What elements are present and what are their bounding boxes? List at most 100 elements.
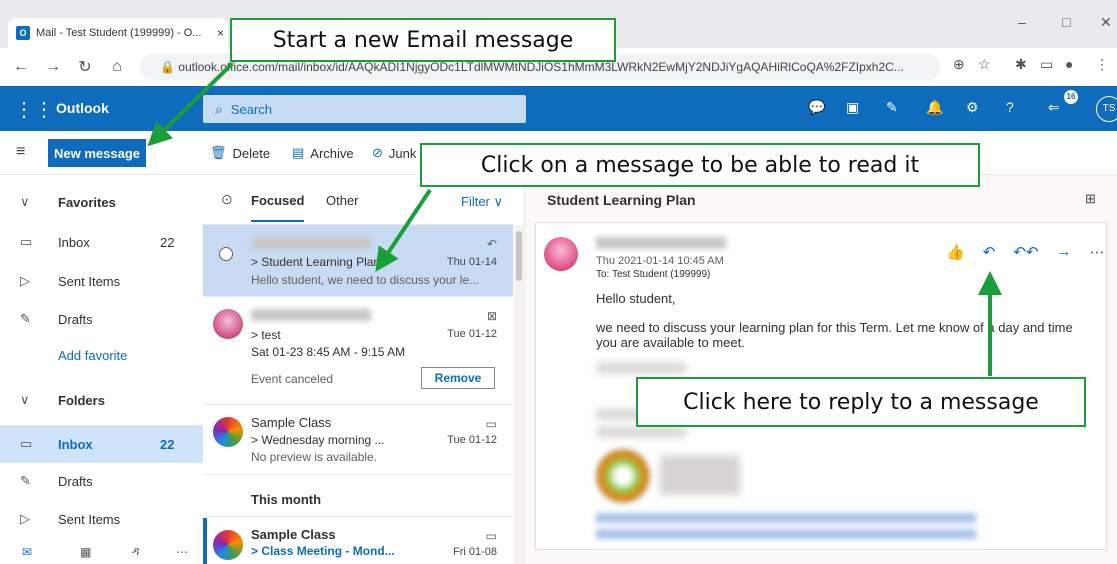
pencil-icon: ✎ (20, 473, 31, 488)
junk-label: Junk (388, 145, 417, 161)
junk-button[interactable]: ⊘ Junk (372, 145, 416, 161)
reading-pane: Student Learning Plan ⊞ Thu 2021-01-14 1… (525, 175, 1117, 564)
people-icon[interactable]: ዳ (132, 544, 140, 559)
forward-icon[interactable]: → (1056, 243, 1071, 261)
event-time: Sat 01-23 8:45 AM - 9:15 AM (251, 345, 406, 359)
app-launcher-icon[interactable]: ⋮⋮ (14, 97, 54, 122)
callout-reply: Click here to reply to a message (636, 377, 1086, 427)
chat-icon[interactable]: 💬 (808, 99, 825, 116)
user-avatar[interactable]: TS (1096, 96, 1117, 122)
todo-icon[interactable]: ✎ (886, 99, 898, 116)
feedback-icon[interactable]: ⇐ (1048, 99, 1060, 116)
window-minimize-button[interactable]: – (1018, 14, 1026, 30)
archive-icon: ▤ (292, 145, 305, 160)
send-icon: ▷ (20, 273, 30, 288)
tab-title: Mail - Test Student (199999) - O... (36, 27, 202, 39)
mail-icon[interactable]: ✉ (22, 545, 32, 559)
section-header: This month (203, 483, 513, 517)
back-icon[interactable]: ← (10, 58, 32, 76)
folders-header[interactable]: ∨ Folders (0, 381, 203, 419)
add-favorite-link[interactable]: Add favorite (0, 336, 203, 374)
favorites-header[interactable]: ∨ Favorites (0, 183, 203, 221)
replied-icon: ↶ (486, 237, 497, 251)
select-radio[interactable] (219, 247, 233, 261)
like-icon[interactable]: 👍 (946, 243, 965, 261)
drafts-label: Drafts (58, 473, 93, 489)
message-actions: 👍 ↶ ↶↶ → ⋯ (946, 243, 1104, 261)
app-name[interactable]: Outlook (56, 100, 109, 116)
forward-icon[interactable]: → (42, 58, 64, 76)
signature-blurred (596, 363, 686, 373)
callout-new-email: Start a new Email message (230, 18, 616, 62)
outlook-favicon-icon: O (16, 26, 30, 40)
gear-icon[interactable]: ⚙ (966, 99, 979, 116)
folder-sent-items[interactable]: ▷ Sent Items (0, 500, 203, 538)
tab-other[interactable]: Other (326, 193, 359, 208)
callout-read-message: Click on a message to be able to read it (420, 143, 980, 187)
delete-label: Delete (232, 145, 271, 161)
hamburger-icon[interactable]: ≡ (16, 143, 25, 161)
message-subject: > test (251, 328, 281, 342)
signature-logo-blurred (596, 449, 650, 503)
more-apps-icon[interactable]: ⋯ (176, 545, 188, 559)
folders-label: Folders (58, 392, 105, 408)
tab-close-icon[interactable]: × (217, 26, 224, 40)
inbox-label: Inbox (58, 436, 93, 452)
reload-icon[interactable]: ↻ (74, 57, 96, 77)
folder-inbox[interactable]: ▭ Inbox 22 (0, 425, 203, 463)
more-actions-icon[interactable]: ⋯ (1089, 243, 1104, 261)
inbox-icon: ▭ (20, 234, 33, 249)
signature-blurred (596, 427, 686, 437)
folder-drafts[interactable]: ✎ Drafts (0, 462, 203, 500)
zoom-icon[interactable]: ⊕ (953, 56, 965, 73)
window-maximize-button[interactable]: □ (1062, 14, 1070, 30)
sender-name-blurred (596, 237, 726, 249)
remove-button[interactable]: Remove (421, 367, 495, 389)
calendar-icon[interactable]: ▦ (80, 545, 91, 559)
fav-drafts[interactable]: ✎ Drafts (0, 300, 203, 338)
expand-icon[interactable]: ⊞ (1085, 191, 1096, 207)
menu-kebab-icon[interactable]: ⋮ (1095, 56, 1109, 73)
list-item[interactable]: Sample Class ▭ > Class Meeting - Mond...… (203, 518, 513, 564)
bell-icon[interactable]: 🔔 (926, 99, 943, 116)
scrollbar-thumb[interactable] (516, 231, 522, 281)
fav-inbox-count: 22 (160, 234, 175, 250)
cast-icon[interactable]: ▭ (1040, 56, 1053, 73)
message-preview: No preview is available. (251, 450, 378, 464)
fav-sent-items[interactable]: ▷ Sent Items (0, 262, 203, 300)
message-datetime: Thu 2021-01-14 10:45 AM (596, 255, 724, 267)
search-box[interactable]: ⌕ Search (203, 95, 526, 123)
search-placeholder: Search (230, 101, 273, 117)
window-close-button[interactable]: ✕ (1100, 14, 1112, 31)
message-subject: > Class Meeting - Mond... (251, 544, 395, 558)
profile-icon[interactable]: ● (1065, 56, 1073, 72)
list-item[interactable]: ↶ > Student Learning Plan Thu 01-14 Hell… (203, 225, 513, 297)
bookmark-star-icon[interactable]: ☆ (978, 56, 991, 73)
message-sender: Sample Class (251, 527, 336, 542)
block-icon: ⊘ (372, 145, 383, 160)
sender-avatar (544, 237, 578, 271)
browser-tab[interactable]: O Mail - Test Student (199999) - O... × (8, 18, 228, 48)
tab-focused[interactable]: Focused (251, 193, 305, 222)
delete-button[interactable]: 🗑 Delete (210, 145, 270, 161)
reply-icon[interactable]: ↶ (983, 243, 996, 261)
help-icon[interactable]: ? (1006, 99, 1014, 115)
extensions-icon[interactable]: ✱ (1015, 56, 1027, 73)
new-message-button[interactable]: New message (48, 139, 146, 167)
list-scrollbar[interactable] (514, 225, 524, 564)
folder-pane: ∨ Favorites ▭ Inbox 22 ▷ Sent Items ✎ Drafts … (0, 175, 203, 564)
signature-link-blurred[interactable] (596, 513, 976, 523)
teams-icon[interactable]: ▣ (846, 99, 859, 116)
list-item[interactable]: Sample Class ▭ > Wednesday morning ... T… (203, 405, 513, 475)
signature-link-blurred[interactable] (596, 529, 976, 539)
list-item[interactable]: ⊠ > test Tue 01-12 Sat 01-23 8:45 AM - 9… (203, 297, 513, 405)
home-icon[interactable]: ⌂ (106, 58, 128, 76)
body-text: we need to discuss your learning plan fo… (596, 320, 1073, 350)
archive-button[interactable]: ▤ Archive (292, 145, 354, 161)
fav-inbox[interactable]: ▭ Inbox 22 (0, 223, 203, 261)
notification-badge: 16 (1064, 90, 1078, 104)
select-all-icon[interactable]: ⊙ (221, 191, 233, 208)
reply-all-icon[interactable]: ↶↶ (1013, 243, 1038, 261)
message-body: Hello student, we need to discuss your l… (596, 291, 1096, 350)
filter-button[interactable]: Filter ∨ (461, 194, 503, 210)
